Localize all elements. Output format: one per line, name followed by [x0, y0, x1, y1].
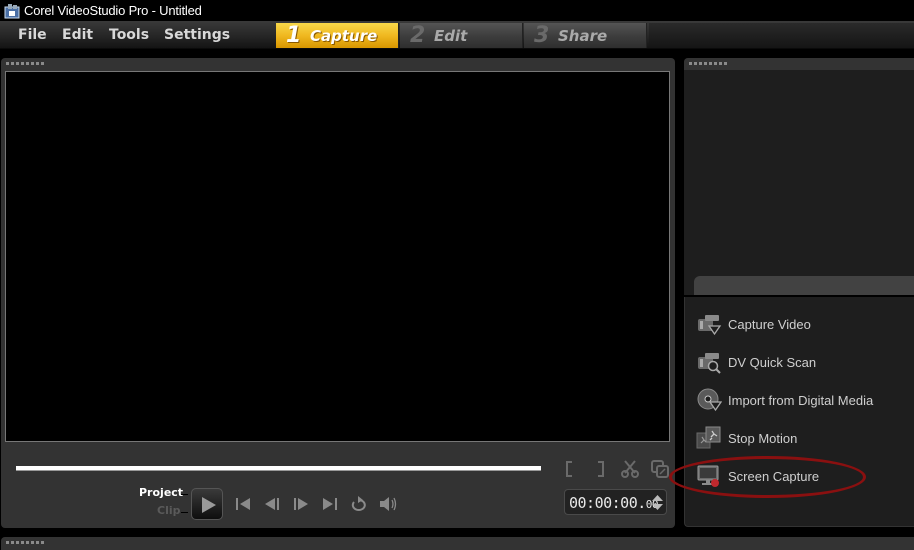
player-panel: Project Clip 00:00:00.00 — [1, 58, 675, 528]
menu-edit[interactable]: Edit — [62, 27, 93, 43]
mode-tick — [181, 494, 188, 495]
menu-file[interactable]: File — [18, 27, 47, 43]
tab-edit[interactable]: 2 Edit — [400, 23, 523, 48]
options-panel-tab[interactable] — [694, 276, 914, 295]
volume-icon[interactable] — [378, 494, 398, 514]
option-label: Capture Video — [728, 316, 811, 332]
mode-project-option[interactable]: Project — [139, 486, 183, 499]
next-frame-icon[interactable] — [291, 494, 311, 514]
split-clip-icon[interactable] — [621, 460, 639, 478]
menu-settings[interactable]: Settings — [164, 27, 230, 43]
window-title: Corel VideoStudio Pro - Untitled — [24, 3, 202, 18]
option-label: DV Quick Scan — [728, 354, 817, 370]
menu-tools[interactable]: Tools — [109, 27, 149, 43]
panel-grip-handle[interactable] — [6, 541, 44, 544]
videostudio-app-icon — [4, 3, 20, 19]
mark-out-icon[interactable] — [591, 460, 609, 478]
end-icon[interactable] — [320, 494, 340, 514]
step-number: 2 — [410, 23, 426, 48]
stop-motion-option[interactable]: Stop Motion — [696, 424, 797, 452]
step-label: Capture — [310, 26, 378, 45]
highlight-annotation — [669, 456, 866, 498]
timecode-spinner[interactable] — [652, 493, 663, 512]
edit-controls — [561, 460, 669, 478]
step-label: Edit — [434, 26, 468, 45]
spin-down-icon — [652, 504, 663, 510]
play-button[interactable] — [191, 488, 223, 520]
transport-controls — [233, 494, 398, 514]
step-number: 3 — [534, 23, 550, 48]
scrubber-bar[interactable] — [16, 466, 541, 471]
step-number: 1 — [286, 23, 302, 48]
tab-share[interactable]: 3 Share — [524, 23, 647, 48]
import-digital-media-option[interactable]: Import from Digital Media — [696, 386, 873, 414]
mode-tick — [181, 512, 188, 513]
enlarge-preview-icon[interactable] — [651, 460, 669, 478]
previous-frame-icon[interactable] — [262, 494, 282, 514]
workflow-steps: 1 Capture 2 Edit 3 Share — [276, 23, 648, 48]
option-label: Stop Motion — [728, 430, 798, 446]
spin-up-icon — [652, 495, 663, 501]
stop-motion-icon — [696, 425, 722, 451]
timecode-display[interactable]: 00:00:00.00 — [564, 489, 667, 515]
disc-import-icon — [696, 387, 723, 413]
option-label: Import from Digital Media — [728, 392, 874, 408]
home-icon[interactable] — [233, 494, 253, 514]
panel-grip-handle[interactable] — [6, 62, 44, 65]
capture-video-option[interactable]: Capture Video — [696, 310, 811, 338]
timeline-panel — [1, 537, 914, 550]
dv-quick-scan-option[interactable]: DV Quick Scan — [696, 348, 816, 376]
mark-in-icon[interactable] — [561, 460, 579, 478]
camcorder-scan-icon — [696, 349, 722, 375]
repeat-icon[interactable] — [349, 494, 369, 514]
options-panel-top — [684, 58, 914, 296]
mode-clip-option[interactable]: Clip — [157, 504, 181, 517]
timecode-value: 00:00:00.00 — [569, 494, 659, 512]
steps-bar-filler — [649, 23, 914, 48]
tab-capture[interactable]: 1 Capture — [276, 23, 399, 48]
panel-grip-handle[interactable] — [689, 62, 727, 65]
preview-window — [5, 71, 670, 442]
title-bar: Corel VideoStudio Pro - Untitled — [0, 0, 914, 21]
step-label: Share — [558, 26, 608, 45]
play-icon — [202, 497, 216, 513]
camcorder-capture-icon — [696, 311, 722, 337]
